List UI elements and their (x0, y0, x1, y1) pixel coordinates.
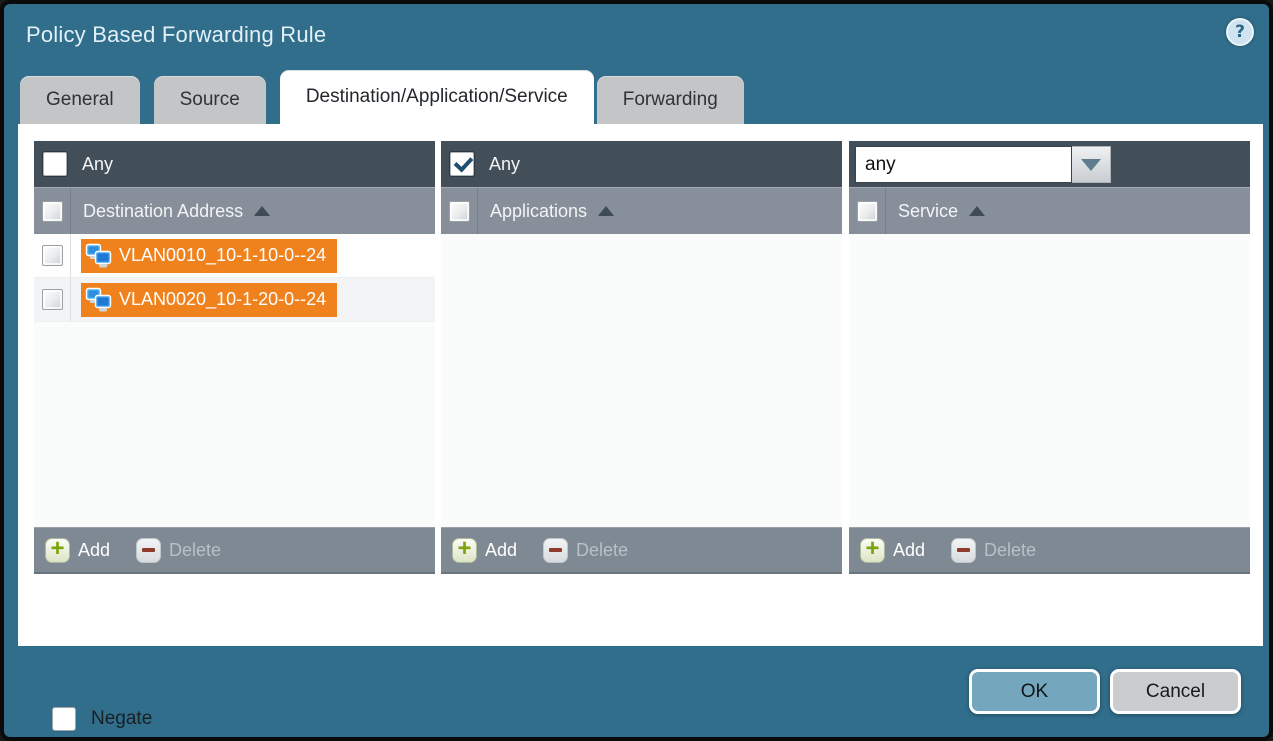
applications-any-label: Any (489, 154, 520, 175)
address-object-tag[interactable]: VLAN0010_10-1-10-0--24 (81, 239, 337, 273)
applications-column: Any Applications Add Delete (441, 141, 842, 574)
tab-forwarding[interactable]: Forwarding (597, 76, 744, 124)
destination-header-title[interactable]: Destination Address (83, 201, 243, 222)
applications-any-bar: Any (441, 141, 842, 187)
applications-header-title[interactable]: Applications (490, 201, 587, 222)
delete-icon (543, 538, 568, 563)
row-checkbox[interactable] (42, 289, 63, 310)
destination-list: VLAN0010_10-1-10-0--24 (34, 234, 435, 527)
add-label: Add (78, 540, 110, 561)
applications-select-all-checkbox[interactable] (449, 201, 470, 222)
add-icon (452, 538, 477, 563)
address-object-label: VLAN0010_10-1-10-0--24 (119, 245, 326, 266)
destination-header-checkbox-cell (34, 188, 71, 234)
delete-label: Delete (984, 540, 1036, 561)
destination-any-label: Any (82, 154, 113, 175)
service-delete-button[interactable]: Delete (951, 538, 1036, 563)
negate-checkbox[interactable] (52, 707, 76, 731)
sort-ascending-icon[interactable] (598, 206, 614, 216)
ok-button[interactable]: OK (969, 669, 1100, 714)
service-dropdown-button[interactable] (1072, 146, 1111, 183)
destination-add-button[interactable]: Add (45, 538, 110, 563)
row-checkbox[interactable] (42, 245, 63, 266)
cancel-button[interactable]: Cancel (1110, 669, 1241, 714)
tab-content-panel: Any Destination Address (18, 124, 1263, 646)
delete-label: Delete (576, 540, 628, 561)
applications-footer: Add Delete (441, 527, 842, 572)
tab-general[interactable]: General (20, 76, 140, 124)
row-checkbox-cell (34, 278, 71, 321)
service-dropdown-bar: any (849, 141, 1250, 187)
address-object-icon (85, 243, 112, 269)
destination-any-bar: Any (34, 141, 435, 187)
address-object-tag[interactable]: VLAN0020_10-1-20-0--24 (81, 283, 337, 317)
address-object-label: VLAN0020_10-1-20-0--24 (119, 289, 326, 310)
row-checkbox-cell (34, 234, 71, 277)
service-footer: Add Delete (849, 527, 1250, 572)
delete-label: Delete (169, 540, 221, 561)
service-dropdown-value[interactable]: any (855, 146, 1072, 183)
applications-list (441, 234, 842, 527)
destination-any-checkbox[interactable] (43, 152, 67, 176)
destination-delete-button[interactable]: Delete (136, 538, 221, 563)
applications-add-button[interactable]: Add (452, 538, 517, 563)
service-dropdown[interactable]: any (855, 146, 1111, 183)
destination-address-column: Any Destination Address (34, 141, 435, 574)
tab-bar: General Source Destination/Application/S… (20, 72, 744, 124)
destination-footer: Add Delete (34, 527, 435, 572)
service-header-title[interactable]: Service (898, 201, 958, 222)
service-list (849, 234, 1250, 527)
negate-label: Negate (91, 708, 152, 730)
destination-select-all-checkbox[interactable] (42, 201, 63, 222)
add-icon (860, 538, 885, 563)
applications-any-checkbox[interactable] (450, 152, 474, 176)
sort-ascending-icon[interactable] (254, 206, 270, 216)
delete-icon (951, 538, 976, 563)
destination-row-vlan0010[interactable]: VLAN0010_10-1-10-0--24 (34, 234, 435, 278)
dialog-title: Policy Based Forwarding Rule (26, 22, 326, 48)
service-header-checkbox-cell (849, 188, 886, 234)
sort-ascending-icon[interactable] (969, 206, 985, 216)
service-column-header: Service (849, 187, 1250, 234)
chevron-down-icon (1081, 159, 1101, 171)
applications-header-checkbox-cell (441, 188, 478, 234)
help-icon[interactable] (1226, 18, 1254, 46)
tab-source[interactable]: Source (154, 76, 266, 124)
applications-column-header: Applications (441, 187, 842, 234)
add-label: Add (893, 540, 925, 561)
service-add-button[interactable]: Add (860, 538, 925, 563)
policy-based-forwarding-dialog: Policy Based Forwarding Rule General Sou… (0, 0, 1273, 741)
destination-row-vlan0020[interactable]: VLAN0020_10-1-20-0--24 (34, 278, 435, 322)
tab-destination-application-service[interactable]: Destination/Application/Service (280, 70, 594, 124)
delete-icon (136, 538, 161, 563)
applications-delete-button[interactable]: Delete (543, 538, 628, 563)
negate-option: Negate (52, 707, 152, 731)
address-object-icon (85, 287, 112, 313)
service-column: any Service Add (849, 141, 1250, 574)
service-select-all-checkbox[interactable] (857, 201, 878, 222)
add-label: Add (485, 540, 517, 561)
destination-column-header: Destination Address (34, 187, 435, 234)
add-icon (45, 538, 70, 563)
